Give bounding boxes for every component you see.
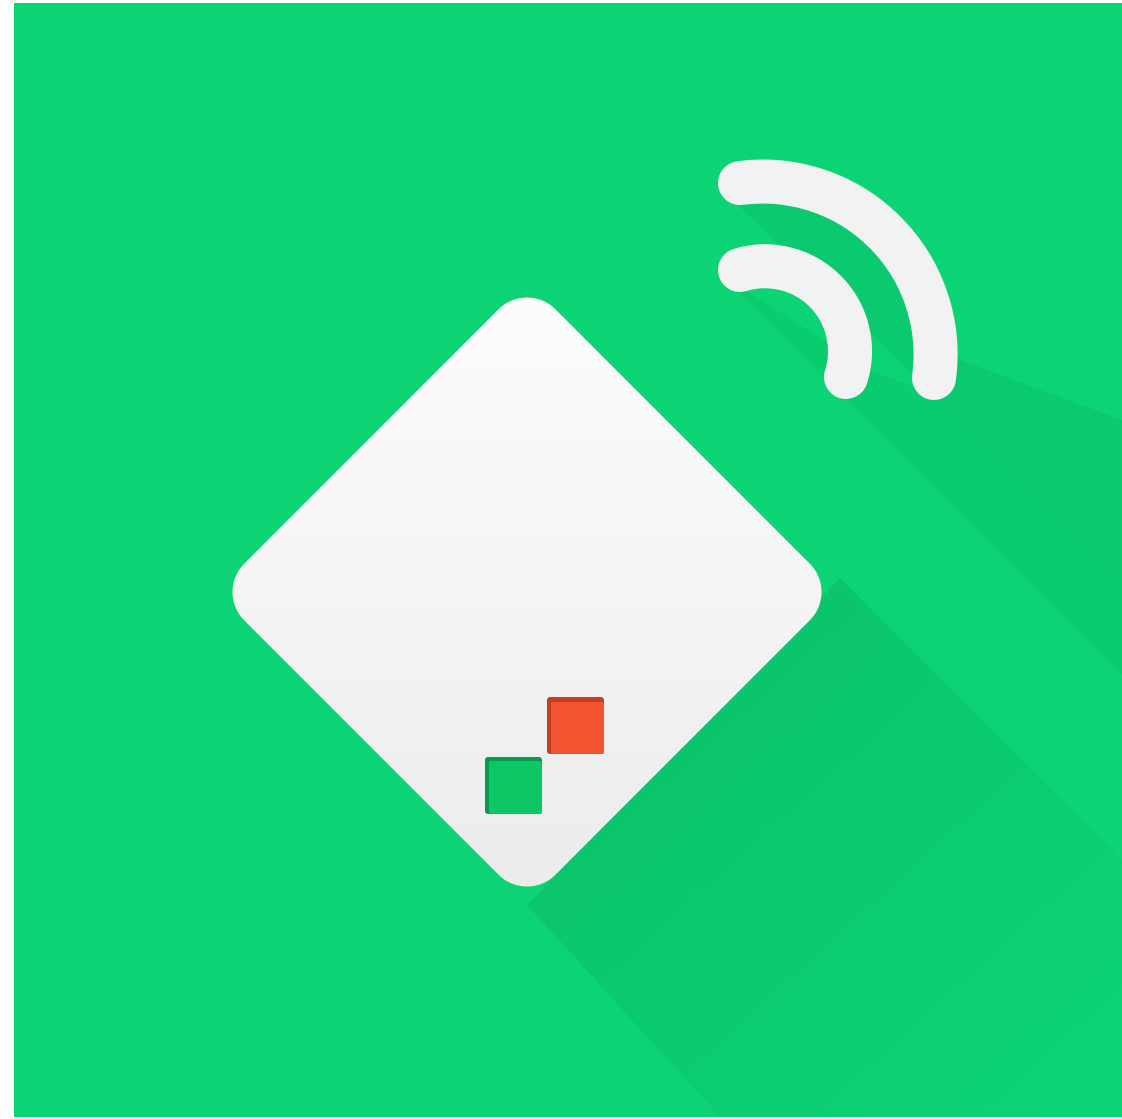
nfc-tag-icon: [14, 3, 1122, 1117]
green-chip: [485, 757, 542, 814]
red-chip: [547, 697, 604, 754]
app-icon: [0, 0, 1122, 1119]
